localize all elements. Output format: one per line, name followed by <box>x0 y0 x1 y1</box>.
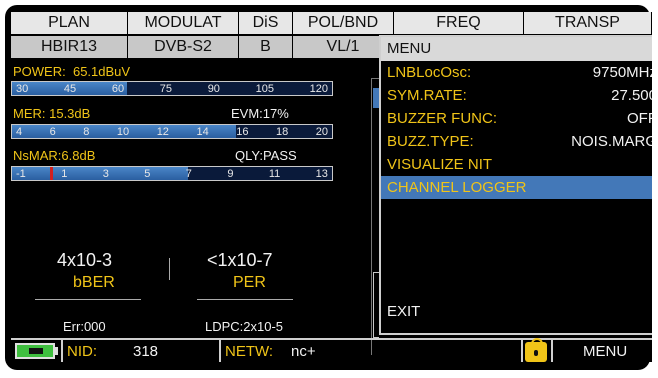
error-divider <box>169 258 170 280</box>
netw-label: NETW: <box>225 343 274 360</box>
per-separator <box>197 299 293 300</box>
tick-label: 75 <box>159 83 173 95</box>
menu-item-label: LNBLocOsc: <box>387 64 472 81</box>
nid-label: NID: <box>67 343 97 360</box>
menu-item-value: OFF <box>627 110 652 127</box>
bber-label: bBER <box>73 274 115 291</box>
tick-label: 11 <box>268 168 281 180</box>
tick-label: 5 <box>144 168 151 180</box>
nsmar-ticks: -1 1 3 5 7 9 11 13 <box>12 167 332 180</box>
per-value: <1x10-7 <box>207 250 273 270</box>
lock-icon <box>525 338 547 362</box>
tick-label: 20 <box>315 126 328 138</box>
tick-label: 8 <box>83 126 90 138</box>
menu-item-visualize-nit[interactable]: VISUALIZE NIT <box>381 153 652 176</box>
status-separator <box>219 340 221 362</box>
value-dis: B <box>239 36 293 58</box>
header-transp[interactable]: TRANSP <box>524 12 652 34</box>
ldpc-value: LDPC:2x10-5 <box>205 319 284 334</box>
menu-item-value: 9750MHz <box>592 64 652 81</box>
tick-label: 60 <box>111 83 125 95</box>
menu-item-channel-logger[interactable]: CHANNEL LOGGER <box>381 176 652 199</box>
status-separator <box>521 340 523 362</box>
menu-title: MENU <box>381 37 652 61</box>
status-separator <box>551 340 553 362</box>
menu-item-label: VISUALIZE NIT <box>387 156 493 173</box>
nid-value: 318 <box>133 343 159 360</box>
battery-icon-tip <box>55 347 58 355</box>
tick-label: 4 <box>16 126 23 138</box>
header-freq[interactable]: FREQ <box>394 12 524 34</box>
menu-softkey[interactable]: MENU <box>583 340 627 362</box>
menu-item-symbol-rate[interactable]: SYM.RATE: 27.500 <box>381 84 652 107</box>
qly-label: QLY:PASS <box>235 148 297 163</box>
tick-label: 9 <box>227 168 234 180</box>
status-separator <box>61 340 63 362</box>
tick-label: 30 <box>16 83 29 95</box>
menu-item-label: BUZZER FUNC: <box>387 110 497 127</box>
menu-item-buzz-type[interactable]: BUZZ.TYPE: NOIS.MARG <box>381 130 652 153</box>
power-ticks: 30 45 60 75 90 105 120 <box>12 82 332 95</box>
tick-label: 12 <box>156 126 169 138</box>
tick-label: 6 <box>49 126 56 138</box>
header-modulat[interactable]: MODULAT <box>128 12 239 34</box>
per-label: PER <box>233 274 266 291</box>
menu-exit-button[interactable]: EXIT <box>387 303 420 320</box>
meter-screen: PLAN MODULAT DiS POL/BND FREQ TRANSP HBI… <box>11 12 652 362</box>
tick-label: 3 <box>102 168 109 180</box>
tick-label: 18 <box>275 126 289 138</box>
bber-value: 4x10-3 <box>57 250 113 270</box>
mer-ticks: 4 6 8 10 12 14 16 18 20 <box>12 125 332 138</box>
power-label: POWER: 65.1dBuV <box>13 64 130 79</box>
nsmar-bar: -1 1 3 5 7 9 11 13 <box>11 166 333 181</box>
tick-label: 14 <box>196 126 209 138</box>
tick-label: 90 <box>207 83 220 95</box>
evm-label: EVM:17% <box>231 106 289 121</box>
status-bar: NID: 318 NETW: nc+ MENU <box>11 338 652 362</box>
menu-item-buzzer-func[interactable]: BUZZER FUNC: OFF <box>381 107 652 130</box>
err-count: Err:000 <box>63 319 106 334</box>
power-bar: 30 45 60 75 90 105 120 <box>11 81 333 96</box>
bber-separator <box>35 299 141 300</box>
tick-label: 45 <box>63 83 77 95</box>
tick-label: 16 <box>236 126 249 138</box>
header-pol-bnd[interactable]: POL/BND <box>293 12 394 34</box>
nsmar-threshold-marker <box>50 167 53 180</box>
netw-value: nc+ <box>291 343 316 360</box>
mer-bar: 4 6 8 10 12 14 16 18 20 <box>11 124 333 139</box>
tick-label: -1 <box>16 168 26 180</box>
value-plan: HBIR13 <box>11 36 128 58</box>
menu-item-value: NOIS.MARG <box>571 133 652 150</box>
power-value: 65.1dBuV <box>72 64 131 79</box>
nsmar-label: NsMAR:6.8dB <box>13 148 96 163</box>
tick-label: 1 <box>61 168 68 180</box>
tick-label: 120 <box>309 83 328 95</box>
tick-label: 13 <box>315 168 328 180</box>
menu-item-label: CHANNEL LOGGER <box>387 179 527 196</box>
value-modulat: DVB-S2 <box>128 36 239 58</box>
mer-label: MER: 15.3dB <box>13 106 91 121</box>
header-dis[interactable]: DiS <box>239 12 293 34</box>
power-label-text: POWER: <box>13 64 66 79</box>
menu-item-lnb-local-oscillator[interactable]: LNBLocOsc: 9750MHz <box>381 61 652 84</box>
header-plan[interactable]: PLAN <box>11 12 128 34</box>
menu-item-value: 27.500 <box>611 87 652 104</box>
menu-item-label: BUZZ.TYPE: <box>387 133 474 150</box>
battery-icon <box>15 343 55 359</box>
tick-label: 7 <box>185 168 192 180</box>
menu-item-label: SYM.RATE: <box>387 87 467 104</box>
tick-label: 105 <box>255 83 274 95</box>
tick-label: 10 <box>116 126 130 138</box>
settings-menu: MENU LNBLocOsc: 9750MHz SYM.RATE: 27.500 B… <box>379 35 652 335</box>
